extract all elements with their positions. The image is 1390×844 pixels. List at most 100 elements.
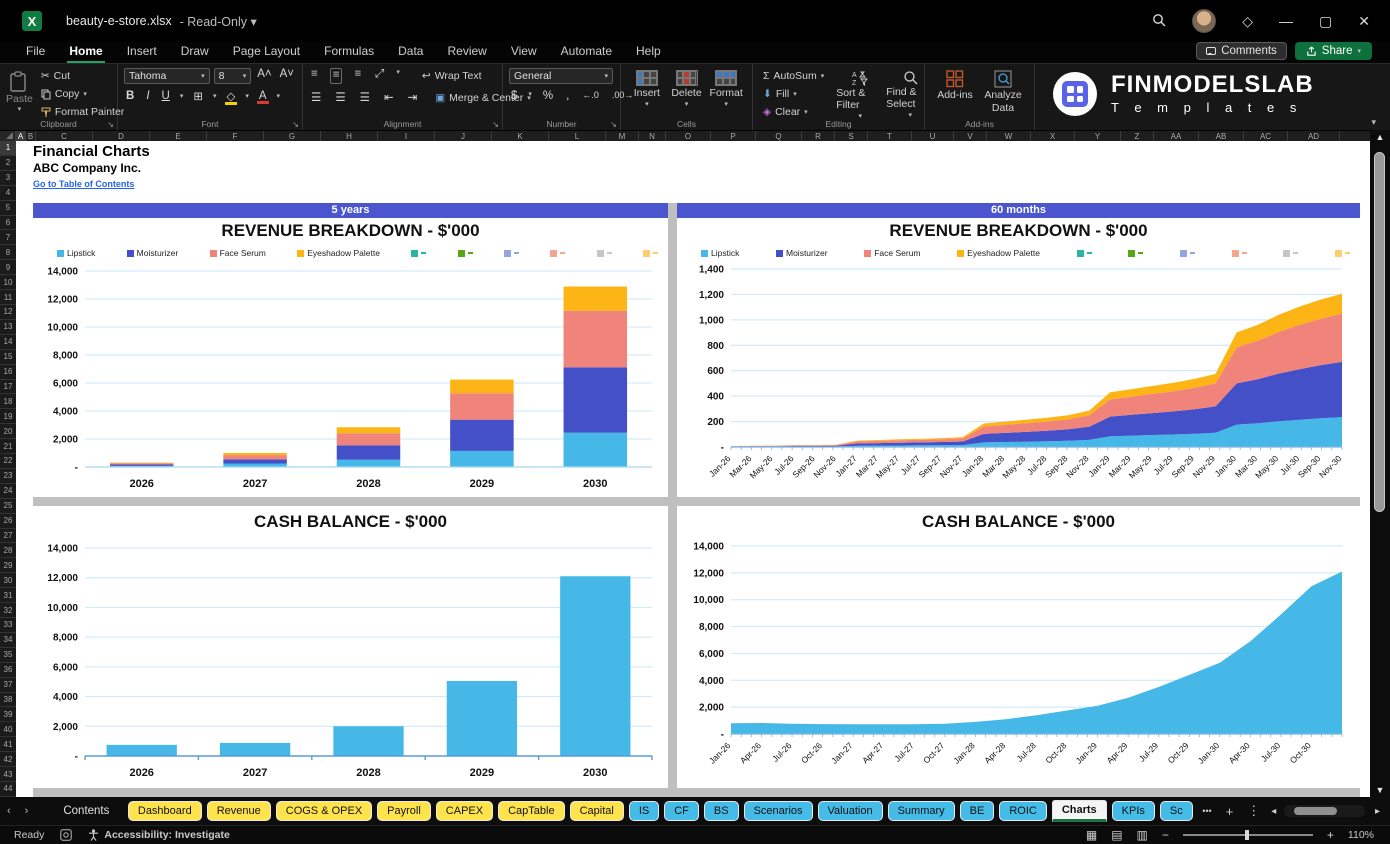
column-header-R[interactable]: R [802, 131, 835, 141]
column-header-J[interactable]: J [435, 131, 492, 141]
column-header-S[interactable]: S [835, 131, 868, 141]
row-header-23[interactable]: 23 [0, 469, 16, 484]
fill-button[interactable]: ⬇ Fill ▾ [759, 86, 828, 102]
row-header-37[interactable]: 37 [0, 678, 16, 693]
column-header-B[interactable]: B [26, 131, 36, 141]
page-layout-view-icon[interactable]: ▤ [1111, 828, 1122, 842]
orientation-button[interactable]: ⤢ [373, 68, 386, 84]
row-header-19[interactable]: 19 [0, 409, 16, 424]
share-button[interactable]: Share ▾ [1295, 42, 1372, 60]
row-header-41[interactable]: 41 [0, 737, 16, 752]
sheet-tab-dashboard[interactable]: Dashboard [128, 801, 202, 821]
menu-tab-review[interactable]: Review [435, 42, 498, 63]
delete-cells-button[interactable]: Delete▾ [667, 68, 707, 108]
tab-nav-prev-icon[interactable]: ‹ [0, 805, 18, 817]
sheet-tab-roic[interactable]: ROIC [999, 801, 1047, 821]
currency-button[interactable]: $ [509, 90, 519, 102]
horizontal-scroll-thumb[interactable] [1294, 807, 1337, 815]
row-header-35[interactable]: 35 [0, 648, 16, 663]
row-header-30[interactable]: 30 [0, 573, 16, 588]
sheet-tab-capex[interactable]: CAPEX [436, 801, 493, 821]
row-header-15[interactable]: 15 [0, 350, 16, 365]
row-header-42[interactable]: 42 [0, 752, 16, 767]
comments-button[interactable]: Comments [1196, 42, 1287, 60]
row-header-25[interactable]: 25 [0, 499, 16, 514]
column-header-M[interactable]: M [606, 131, 639, 141]
vertical-scroll-thumb[interactable] [1374, 152, 1385, 512]
gem-icon[interactable]: ◇ [1242, 13, 1253, 30]
zoom-slider-thumb[interactable] [1245, 830, 1249, 840]
sheet-tab-payroll[interactable]: Payroll [377, 801, 431, 821]
wrap-text-button[interactable]: ↩ Wrap Text [418, 68, 486, 84]
row-header-22[interactable]: 22 [0, 454, 16, 469]
sheet-tab-kpis[interactable]: KPIs [1112, 801, 1155, 821]
column-header-T[interactable]: T [868, 131, 912, 141]
row-header-20[interactable]: 20 [0, 424, 16, 439]
autosum-button[interactable]: Σ AutoSum ▾ [759, 68, 828, 84]
grow-font-button[interactable]: A˄ [255, 68, 273, 84]
insert-cells-button[interactable]: Insert▾ [627, 68, 667, 108]
row-header-33[interactable]: 33 [0, 618, 16, 633]
align-left-icon[interactable]: ☰ [309, 90, 323, 106]
column-header-E[interactable]: E [150, 131, 207, 141]
column-header-U[interactable]: U [912, 131, 954, 141]
row-header-5[interactable]: 5 [0, 201, 16, 216]
row-header-12[interactable]: 12 [0, 305, 16, 320]
minimize-icon[interactable]: — [1279, 13, 1293, 29]
column-header-C[interactable]: C [36, 131, 93, 141]
menu-tab-formulas[interactable]: Formulas [312, 42, 386, 63]
decrease-indent-icon[interactable]: ⇤ [382, 90, 396, 106]
search-icon[interactable] [1152, 13, 1166, 30]
sort-filter-button[interactable]: AZ Sort & Filter▾ [836, 68, 884, 120]
row-header-28[interactable]: 28 [0, 543, 16, 558]
row-header-31[interactable]: 31 [0, 588, 16, 603]
macro-record-icon[interactable] [60, 829, 72, 841]
fill-color-button[interactable]: ◇ [225, 89, 238, 103]
row-header-39[interactable]: 39 [0, 707, 16, 722]
column-header-O[interactable]: O [666, 131, 711, 141]
menu-tab-file[interactable]: File [14, 42, 57, 63]
sheet-tab-summary[interactable]: Summary [888, 801, 955, 821]
row-header-32[interactable]: 32 [0, 603, 16, 618]
format-painter-button[interactable]: Format Painter [37, 104, 128, 120]
dialog-launcher-icon[interactable]: ↘ [492, 120, 499, 129]
row-header-40[interactable]: 40 [0, 722, 16, 737]
sheet-tab-capital[interactable]: Capital [570, 801, 624, 821]
increase-indent-icon[interactable]: ⇥ [406, 90, 420, 106]
scroll-up-icon[interactable]: ▲ [1370, 132, 1390, 142]
row-header-8[interactable]: 8 [0, 245, 16, 260]
row-header-11[interactable]: 11 [0, 290, 16, 305]
column-header-V[interactable]: V [954, 131, 987, 141]
column-header-AC[interactable]: AC [1244, 131, 1288, 141]
menu-tab-view[interactable]: View [499, 42, 549, 63]
row-headers[interactable]: 1234567891011121314151617181920212223242… [0, 141, 16, 797]
font-name-select[interactable]: Tahoma▾ [124, 68, 210, 84]
horizontal-scrollbar[interactable] [1284, 805, 1365, 817]
sheet-options-icon[interactable]: ⋮ [1240, 803, 1267, 819]
column-header-I[interactable]: I [378, 131, 435, 141]
row-header-44[interactable]: 44 [0, 782, 16, 797]
shrink-font-button[interactable]: A˅ [278, 68, 296, 84]
italic-button[interactable]: I [144, 90, 151, 102]
column-header-G[interactable]: G [264, 131, 321, 141]
column-header-AD[interactable]: AD [1288, 131, 1340, 141]
bold-button[interactable]: B [124, 90, 136, 102]
row-header-1[interactable]: 1 [0, 141, 16, 156]
select-all-corner[interactable] [0, 131, 16, 141]
row-header-2[interactable]: 2 [0, 156, 16, 171]
column-header-F[interactable]: F [207, 131, 264, 141]
zoom-out-icon[interactable]: − [1162, 828, 1169, 842]
align-top-icon[interactable]: ≡ [309, 68, 320, 84]
format-cells-button[interactable]: Format▾ [706, 68, 746, 108]
dialog-launcher-icon[interactable]: ↘ [292, 120, 299, 129]
dialog-launcher-icon[interactable]: ↘ [107, 120, 114, 129]
sheet-tab-is[interactable]: IS [629, 801, 659, 821]
new-sheet-button[interactable]: + [1219, 804, 1241, 819]
column-header-X[interactable]: X [1031, 131, 1075, 141]
row-header-4[interactable]: 4 [0, 186, 16, 201]
column-header-D[interactable]: D [93, 131, 150, 141]
accessibility-status[interactable]: Accessibility: Investigate [104, 829, 229, 841]
row-header-43[interactable]: 43 [0, 767, 16, 782]
table-of-contents-link[interactable]: Go to Table of Contents [33, 179, 134, 189]
font-color-button[interactable]: A [257, 90, 269, 102]
